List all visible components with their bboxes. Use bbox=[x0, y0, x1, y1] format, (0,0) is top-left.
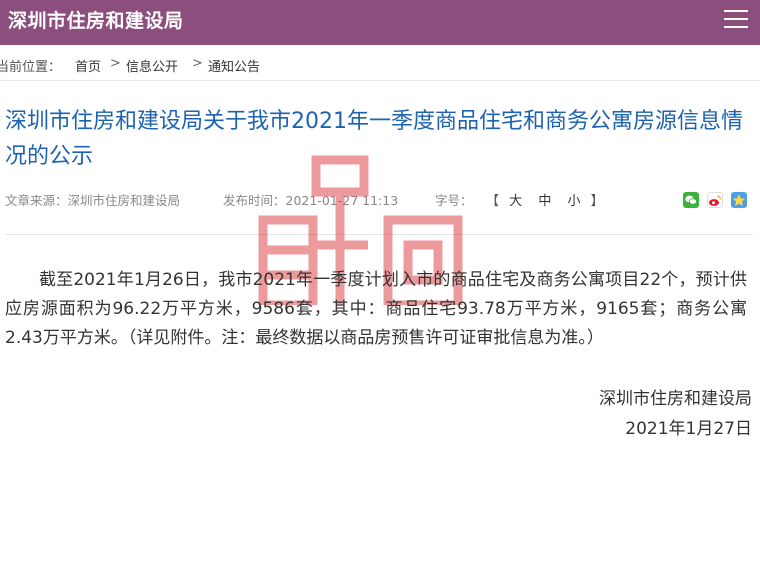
breadcrumb-home[interactable]: 首页 bbox=[75, 56, 101, 75]
breadcrumb-separator: > bbox=[192, 56, 203, 71]
article-title: 深圳市住房和建设局关于我市2021年一季度商品住宅和商务公寓房源信息情况的公示 bbox=[5, 109, 743, 169]
article-source: 文章来源：深圳市住房和建设局 bbox=[5, 193, 181, 208]
font-size-label: 字号： bbox=[435, 193, 473, 208]
weibo-icon[interactable] bbox=[707, 192, 724, 208]
signature-date: 2021年1月27日 bbox=[625, 419, 752, 439]
font-size-large-button[interactable]: 大 bbox=[509, 194, 522, 209]
wechat-icon[interactable] bbox=[683, 192, 699, 208]
hamburger-menu-icon[interactable] bbox=[724, 10, 748, 30]
divider bbox=[0, 80, 760, 81]
breadcrumb-notices[interactable]: 通知公告 bbox=[208, 56, 260, 75]
signature-org: 深圳市住房和建设局 bbox=[599, 389, 752, 409]
font-size-switcher: 【 大 中 小 】 bbox=[486, 190, 604, 209]
qzone-icon[interactable] bbox=[731, 192, 748, 208]
breadcrumb-separator: > bbox=[110, 56, 121, 71]
top-header-bar: 深圳市住房和建设局 bbox=[0, 0, 760, 45]
article-body: 截至2021年1月26日，我市2021年一季度计划入市的商品住宅及商务公寓项目2… bbox=[5, 270, 747, 348]
bracket-close: 】 bbox=[590, 194, 604, 209]
divider bbox=[5, 234, 753, 235]
breadcrumb: 当前位置： 首页 > 信息公开 > 通知公告 bbox=[0, 54, 760, 76]
font-size-medium-button[interactable]: 中 bbox=[538, 194, 551, 209]
site-title[interactable]: 深圳市住房和建设局 bbox=[8, 6, 184, 33]
breadcrumb-label: 当前位置： bbox=[0, 60, 62, 75]
breadcrumb-info-public[interactable]: 信息公开 bbox=[126, 56, 178, 75]
bracket-open: 【 bbox=[486, 194, 500, 209]
share-buttons bbox=[683, 192, 750, 211]
font-size-small-button[interactable]: 小 bbox=[567, 194, 580, 209]
publish-time: 发布时间：2021-01-27 11:13 bbox=[223, 193, 399, 208]
